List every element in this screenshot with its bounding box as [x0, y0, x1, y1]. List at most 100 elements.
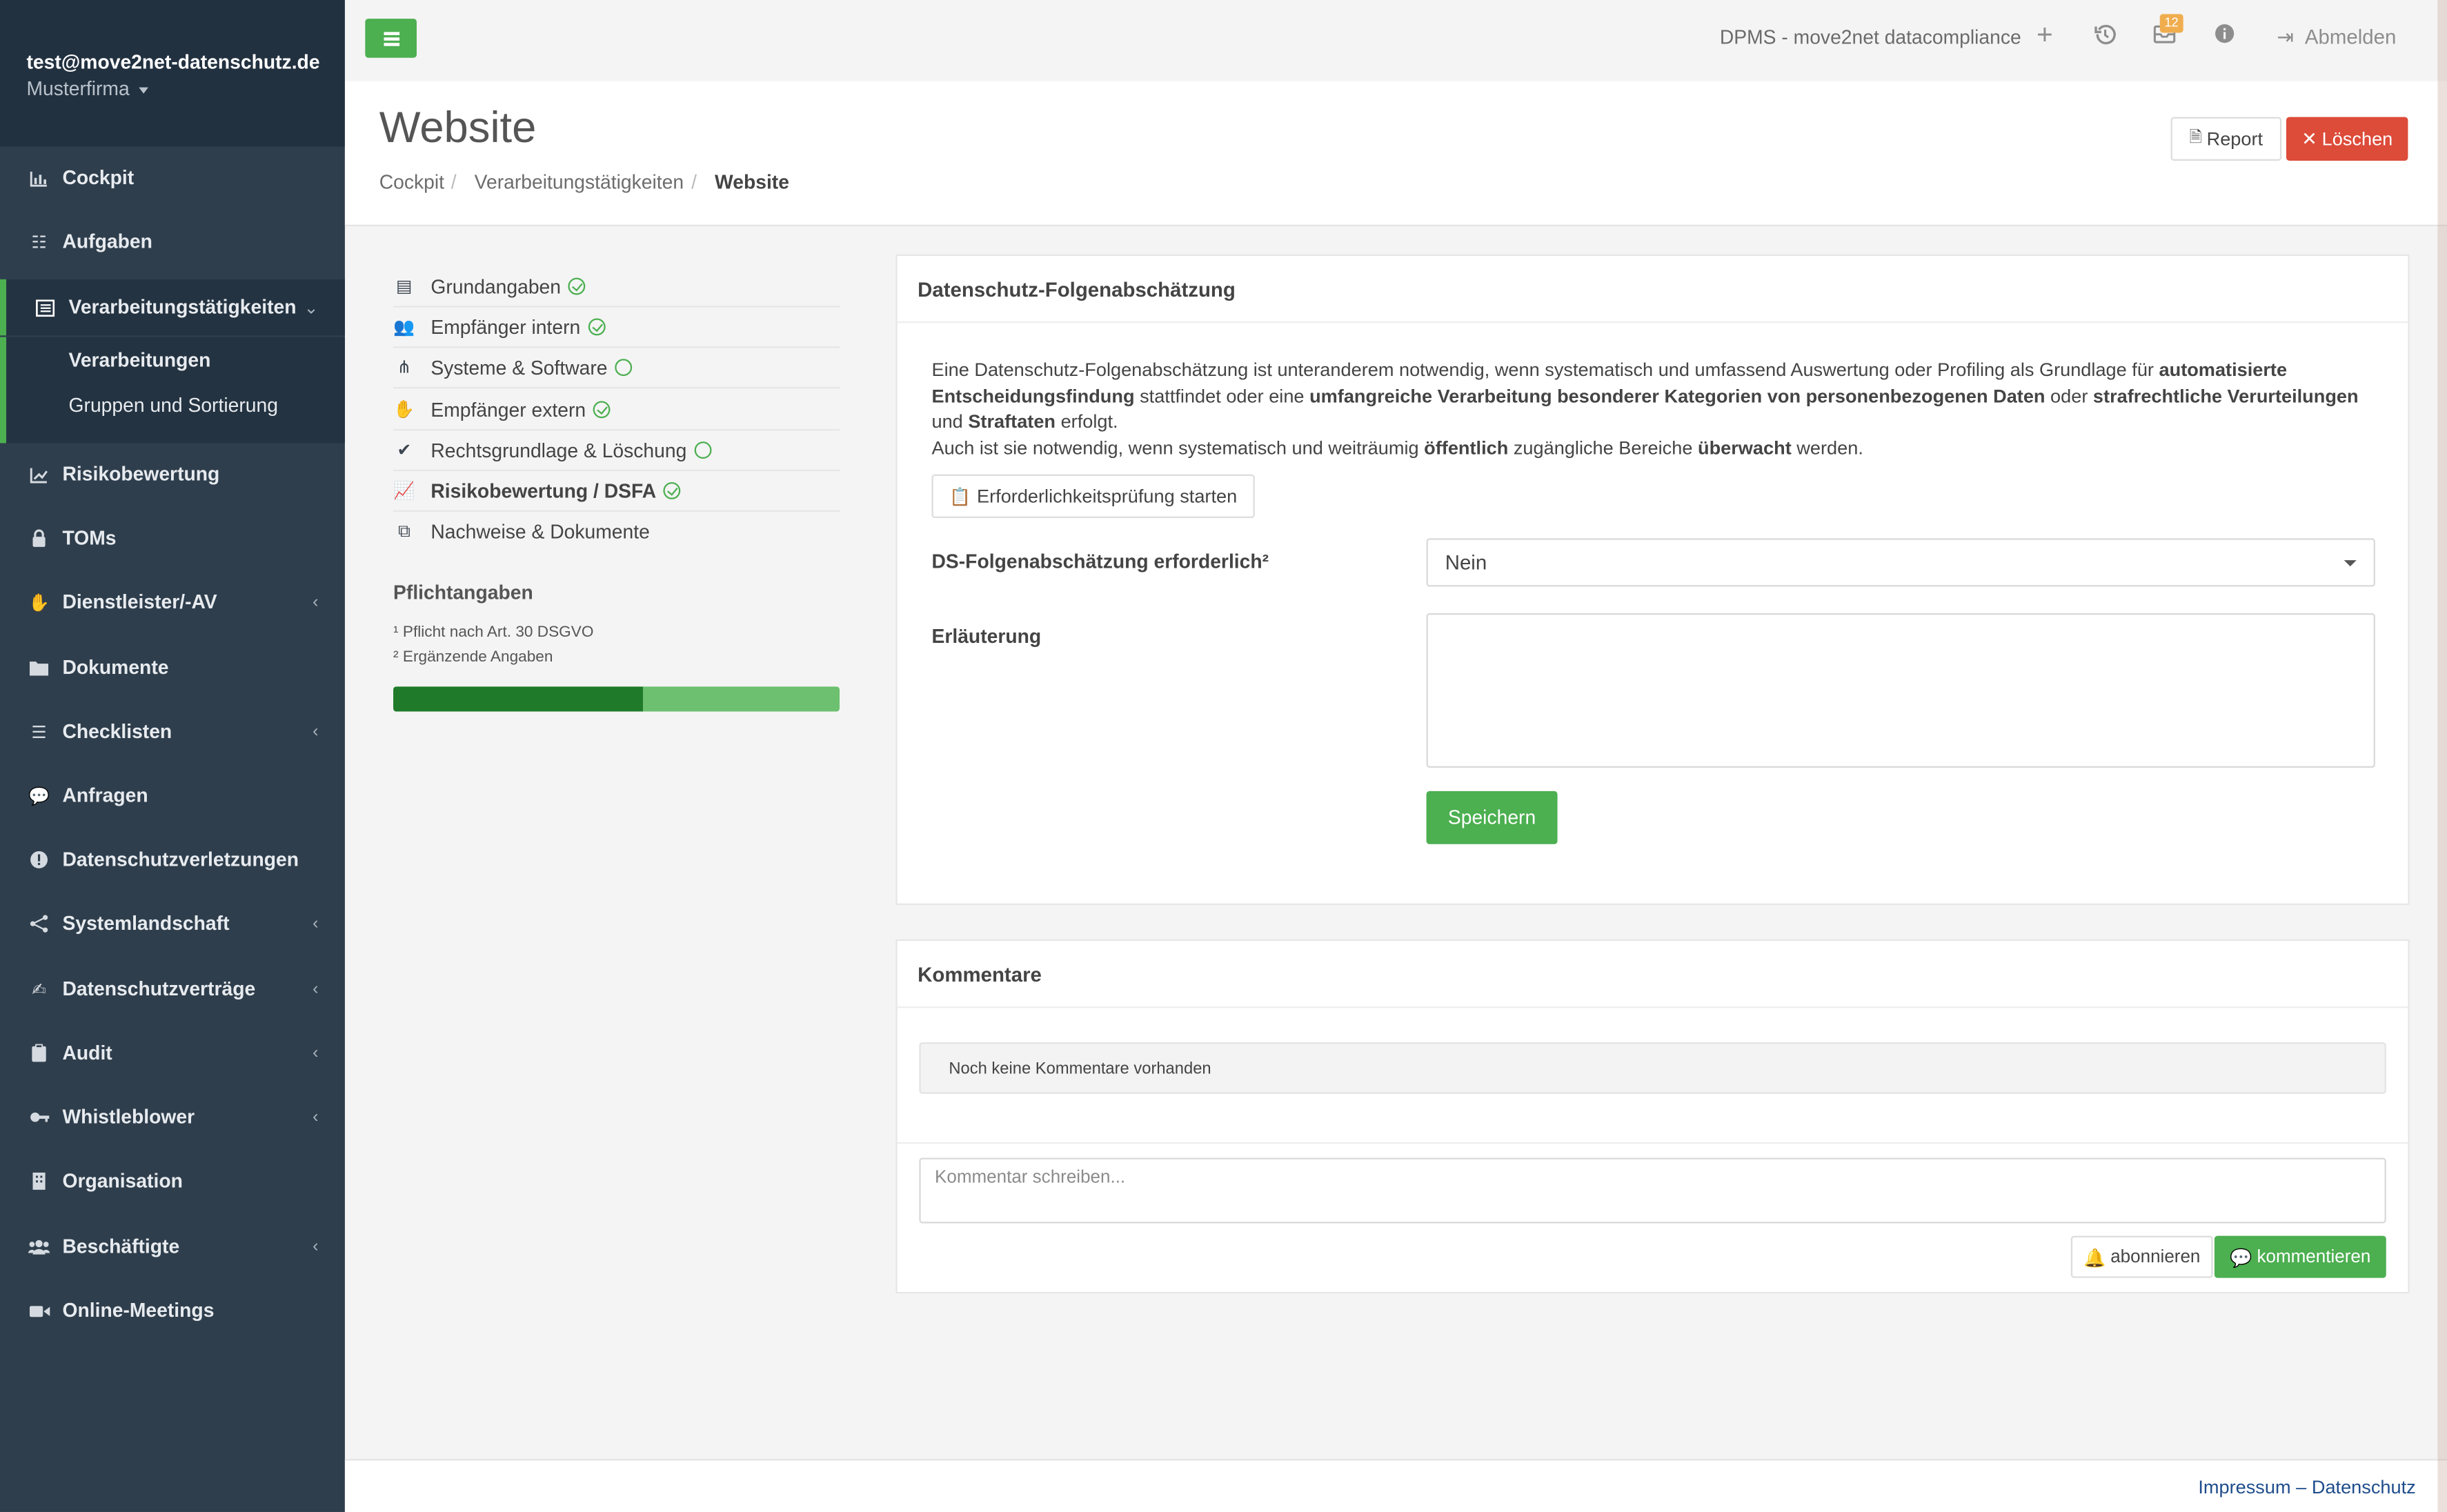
datenschutz-link[interactable]: Datenschutz [2312, 1476, 2416, 1498]
chart-line-icon: 📈 [393, 481, 415, 501]
plus-icon[interactable]: + [2037, 19, 2053, 52]
sidebar-item-cockpit[interactable]: Cockpit [0, 150, 345, 206]
logout-link[interactable]: ⇥ Abmelden [2277, 25, 2396, 50]
step-risikobewertung-dsfa[interactable]: 📈 Risikobewertung / DSFA [393, 471, 840, 512]
list-alt-icon [34, 297, 57, 319]
info-icon[interactable] [2215, 23, 2235, 48]
menu-toggle-button[interactable] [365, 19, 417, 58]
sidebar-item-datenschutzvertraege[interactable]: ✍ Datenschutzverträge ‹ [0, 961, 345, 1017]
bell-icon: 🔔 [2083, 1249, 2106, 1268]
save-button[interactable]: Speichern [1426, 790, 1558, 844]
sidebar-item-risikobewertung[interactable]: Risikobewertung [0, 446, 345, 502]
sidebar-item-label: TOMs [62, 527, 117, 550]
delete-label: Löschen [2321, 128, 2393, 150]
sidebar: test@move2net-datenschutz.de Musterfirma… [0, 0, 345, 1512]
copy-icon: ⧉ [397, 521, 410, 541]
intro-text: Eine Datenschutz-Folgenabschätzung ist u… [931, 359, 2159, 381]
sidebar-item-label: Online-Meetings [62, 1300, 215, 1322]
list-icon: ☰ [31, 723, 47, 742]
caret-down-icon [2344, 560, 2357, 567]
chevron-left-icon: ‹ [313, 914, 319, 933]
explanation-textarea[interactable] [1426, 613, 2375, 768]
sidebar-item-dienstleister[interactable]: ✋ Dienstleister/-AV ‹ [0, 574, 345, 630]
report-button[interactable]: 🗎 Report [2170, 117, 2282, 161]
sidebar-item-audit[interactable]: Audit ‹ [0, 1025, 345, 1081]
sidebar-item-label: Organisation [62, 1170, 183, 1193]
step-nachweise-dokumente[interactable]: ⧉ Nachweise & Dokumente [393, 512, 840, 553]
sidebar-item-verarbeitungstaetigkeiten[interactable]: Verarbeitungstätigkeiten ⌄ [0, 279, 345, 336]
sidebar-item-toms[interactable]: TOMs [0, 510, 345, 566]
report-label: Report [2206, 128, 2263, 150]
open-circle-icon [694, 441, 712, 459]
start-check-button[interactable]: 📋 Erforderlichkeitsprüfung starten [931, 474, 1255, 519]
sidebar-item-checklisten[interactable]: ☰ Checklisten ‹ [0, 704, 345, 759]
chevron-left-icon: ‹ [313, 722, 319, 742]
history-icon[interactable] [2094, 23, 2117, 50]
sidebar-item-label: Beschäftigte [62, 1235, 180, 1258]
step-label: Risikobewertung / DSFA [430, 479, 657, 502]
sidebar-item-datenschutzverletzungen[interactable]: Datenschutzverletzungen [0, 832, 345, 888]
sidebar-item-beschaeftigte[interactable]: Beschäftigte ‹ [0, 1219, 345, 1275]
sidebar-item-organisation[interactable]: Organisation [0, 1153, 345, 1209]
lock-icon [28, 528, 50, 550]
step-empfaenger-extern[interactable]: ✋ Empfänger extern [393, 390, 840, 431]
project-diagram-icon: ⋔ [397, 359, 412, 378]
sidebar-item-label: Verarbeitungstätigkeiten [68, 296, 297, 319]
breadcrumb-cockpit[interactable]: Cockpit [379, 172, 444, 194]
user-email: test@move2net-datenschutz.de [26, 51, 320, 74]
step-systeme-software[interactable]: ⋔ Systeme & Software [393, 348, 840, 389]
page-header: Website Cockpit / Verarbeitungstätigkeit… [344, 81, 2447, 227]
folder-icon [28, 657, 50, 679]
sidebar-item-aufgaben[interactable]: ☷ Aufgaben [0, 214, 345, 270]
intro-text: stattfindet oder eine [1134, 384, 1310, 407]
exclamation-circle-icon [28, 849, 50, 871]
chevron-left-icon: ‹ [313, 1044, 319, 1063]
breadcrumb-verarbeitungstaetigkeiten[interactable]: Verarbeitungstätigkeiten [475, 172, 684, 194]
subscribe-button[interactable]: 🔔 abonnieren [2070, 1235, 2213, 1278]
comment-button[interactable]: 💬 kommentieren [2214, 1235, 2386, 1278]
chevron-left-icon: ‹ [313, 979, 319, 999]
check-circle-icon [593, 401, 611, 419]
chevron-left-icon: ‹ [313, 1237, 319, 1256]
sign-out-icon: ⇥ [2277, 25, 2295, 49]
step-rechtsgrundlage[interactable]: ✔ Rechtsgrundlage & Löschung [393, 430, 840, 472]
sidebar-item-label: Checklisten [62, 721, 172, 743]
sidebar-item-dokumente[interactable]: Dokumente [0, 639, 345, 695]
check-circle-icon: ✔ [397, 441, 412, 461]
sidebar-item-label: Datenschutzverträge [62, 978, 256, 1001]
sidebar-item-label: Systemlandschaft [62, 913, 230, 935]
dsfa-required-select[interactable]: Nein [1426, 538, 2375, 587]
hamburger-icon [383, 37, 399, 40]
sidebar-item-label: Anfragen [62, 784, 148, 807]
subnav-item-gruppen[interactable]: Gruppen und Sortierung [69, 395, 278, 417]
pflicht-note-2: ² Ergänzende Angaben [393, 649, 553, 666]
check-circle-icon [568, 277, 586, 295]
step-grundangaben[interactable]: ▤ Grundangaben [393, 267, 840, 308]
comment-label: kommentieren [2257, 1247, 2371, 1266]
subnav: Verarbeitungen Gruppen und Sortierung [0, 337, 345, 444]
sidebar-item-whistleblower[interactable]: Whistleblower ‹ [0, 1089, 345, 1145]
progress-bar [393, 686, 840, 712]
step-label: Nachweise & Dokumente [430, 521, 650, 544]
impressum-link[interactable]: Impressum [2198, 1476, 2290, 1498]
dsfa-required-label: DS-Folgenabschätzung erforderlich² [931, 550, 1269, 573]
sidebar-item-label: Audit [62, 1042, 112, 1064]
sidebar-item-systemlandschaft[interactable]: Systemlandschaft ‹ [0, 895, 345, 951]
open-circle-icon [615, 359, 633, 377]
step-empfaenger-intern[interactable]: 👥 Empfänger intern [393, 308, 840, 348]
delete-button[interactable]: ✕ Löschen [2286, 117, 2408, 161]
clipboard-check-icon: 📋 [949, 487, 971, 507]
intro-text: Auch ist sie notwendig, wenn systematisc… [931, 436, 1425, 458]
sidebar-item-online-meetings[interactable]: Online-Meetings [0, 1282, 345, 1338]
subnav-item-verarbeitungen[interactable]: Verarbeitungen [69, 350, 211, 372]
sidebar-item-anfragen[interactable]: 💬 Anfragen [0, 768, 345, 824]
caret-down-icon [139, 87, 148, 94]
handshake-icon: ✋ [393, 401, 415, 420]
company-selector[interactable]: Musterfirma [26, 78, 148, 100]
clipboard-icon [28, 1042, 50, 1064]
panel-header: Kommentare [897, 941, 2408, 1008]
sidebar-item-label: Whistleblower [62, 1106, 195, 1128]
comment-input[interactable]: Kommentar schreiben... [919, 1157, 2386, 1224]
breadcrumb-separator: / [450, 171, 457, 194]
divider [897, 1142, 2408, 1144]
